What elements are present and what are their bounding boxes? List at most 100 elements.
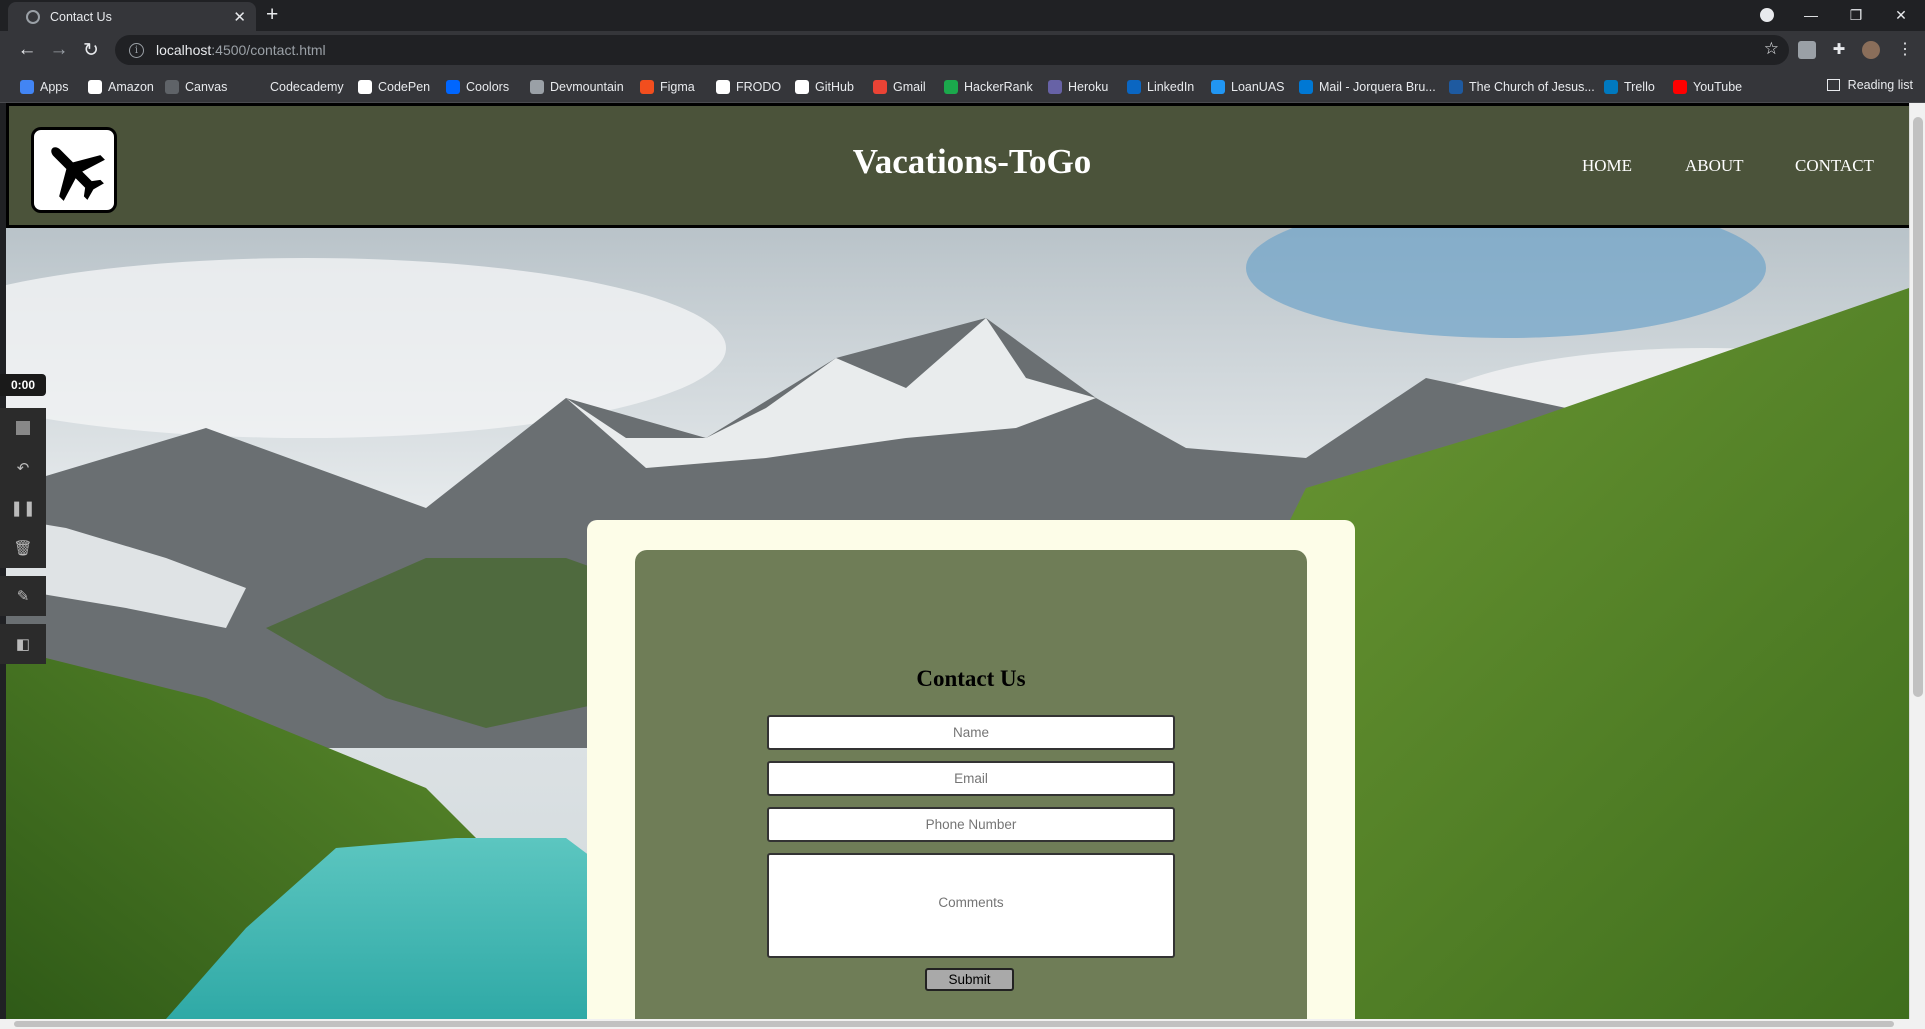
nav-contact-link[interactable]: CONTACT — [1795, 156, 1874, 176]
undo-icon[interactable]: ↶ — [0, 448, 46, 488]
bookmark-codepen[interactable]: CodePen — [358, 78, 430, 95]
bookmark-label: HackerRank — [964, 79, 1033, 94]
bookmark-label: GitHub — [815, 79, 854, 94]
pen-icon[interactable]: ✎ — [0, 576, 46, 616]
reading-list-button[interactable]: Reading list — [1826, 78, 1913, 92]
scrollbar-thumb[interactable] — [1913, 117, 1923, 697]
bookmark-label: FRODO — [736, 79, 782, 94]
trash-icon[interactable]: 🗑 — [0, 528, 46, 568]
bookmark-favicon-icon — [20, 79, 34, 94]
horizontal-scrollbar[interactable] — [0, 1019, 1925, 1029]
bookmark-trello[interactable]: Trello — [1604, 78, 1655, 95]
bookmark-favicon-icon — [873, 79, 887, 94]
hscrollbar-thumb[interactable] — [14, 1021, 1894, 1027]
contact-form: Contact Us Submit — [635, 550, 1307, 1019]
bookmark-label: LinkedIn — [1147, 79, 1195, 94]
site-info-icon[interactable]: i — [129, 42, 144, 58]
bookmark-linkedin[interactable]: LinkedIn — [1127, 78, 1194, 95]
bookmark-heroku[interactable]: Heroku — [1048, 78, 1108, 95]
bookmark-loanuas[interactable]: LoanUAS — [1211, 78, 1285, 95]
bookmark-favicon-icon — [165, 79, 179, 94]
pause-icon[interactable]: ❚❚ — [0, 488, 46, 528]
restore-icon[interactable]: ❐ — [1834, 2, 1878, 28]
bookmark-label: Coolors — [466, 79, 510, 94]
nav-about-link[interactable]: ABOUT — [1685, 156, 1744, 176]
bookmark-label: Canvas — [185, 79, 228, 94]
bookmark-favicon-icon — [530, 79, 544, 94]
tab-title: Contact Us — [50, 9, 112, 24]
bookmark-favicon-icon — [1673, 79, 1687, 94]
bookmarks-bar: Reading list Apps Amazon Canvas Codecademy C… — [0, 70, 1925, 103]
bookmark-label: Heroku — [1068, 79, 1109, 94]
bookmark-github[interactable]: GitHub — [795, 78, 854, 95]
minimize-icon[interactable]: — — [1789, 2, 1833, 28]
url-path: :4500/contact.html — [211, 42, 326, 58]
back-icon[interactable]: ← — [16, 39, 38, 61]
contact-form-heading: Contact Us — [916, 666, 1026, 691]
name-input[interactable] — [767, 715, 1175, 750]
bookmark-label: CodePen — [378, 79, 431, 94]
recording-timer: 0:00 — [0, 374, 46, 396]
url-host: localhost — [156, 42, 212, 58]
close-tab-icon[interactable]: ✕ — [233, 8, 246, 26]
bookmark-favicon-icon — [716, 79, 730, 94]
bookmark-label: Gmail — [893, 79, 926, 94]
site-header: Vacations-ToGo HOME ABOUT CONTACT — [6, 103, 1909, 228]
bookmark-favicon-icon — [944, 79, 958, 94]
bookmark-canvas[interactable]: Canvas — [165, 78, 227, 95]
bookmark-label: Devmountain — [550, 79, 624, 94]
bookmark-favicon-icon — [88, 79, 102, 94]
profile-avatar[interactable] — [1862, 41, 1880, 59]
bookmark-favicon-icon — [795, 79, 809, 94]
bookmark-favicon-icon — [1048, 79, 1062, 94]
bookmark-favicon-icon — [640, 79, 654, 94]
bookmark-frodo[interactable]: FRODO — [716, 78, 781, 95]
new-tab-button[interactable]: + — [266, 4, 278, 26]
bookmark-devmountain[interactable]: Devmountain — [530, 78, 624, 95]
comments-textarea[interactable] — [767, 853, 1175, 958]
tab-search-icon[interactable] — [1745, 2, 1789, 28]
browser-tab-strip: Contact Us ✕ + — ❐ ✕ — [0, 0, 1925, 31]
menu-dots-icon[interactable]: ⋮ — [1896, 41, 1914, 59]
nav-home-link[interactable]: HOME — [1582, 156, 1632, 176]
extension-icon[interactable] — [1798, 41, 1816, 59]
browser-toolbar: ← → ↻ i localhost:4500/contact.html ☆ ✚ … — [0, 31, 1925, 70]
bookmark-figma[interactable]: Figma — [640, 78, 695, 95]
vertical-scrollbar[interactable] — [1909, 103, 1925, 1019]
bookmark-label: Trello — [1624, 79, 1655, 94]
bookmark-codecademy[interactable]: Codecademy — [250, 78, 344, 95]
bookmark-amazon[interactable]: Amazon — [88, 78, 154, 95]
bookmark-favicon-icon — [1127, 79, 1141, 94]
bookmark-favicon-icon — [1211, 79, 1225, 94]
close-window-icon[interactable]: ✕ — [1879, 2, 1923, 28]
phone-input[interactable] — [767, 807, 1175, 842]
bookmark-favicon-icon — [446, 79, 460, 94]
bookmark-label: The Church of Jesus... — [1469, 79, 1595, 94]
bookmark-the-church-of-jesus[interactable]: The Church of Jesus... — [1449, 78, 1595, 95]
page-viewport: Vacations-ToGo HOME ABOUT CONTACT Contac… — [6, 103, 1909, 1019]
stop-recording-button[interactable] — [0, 408, 46, 448]
reading-list-label: Reading list — [1847, 78, 1913, 92]
bookmark-coolors[interactable]: Coolors — [446, 78, 509, 95]
bookmark-label: Apps — [40, 79, 69, 94]
contact-form-panel: Contact Us Submit — [587, 520, 1355, 1019]
bookmark-star-icon[interactable]: ☆ — [1764, 39, 1779, 59]
email-input[interactable] — [767, 761, 1175, 796]
forward-icon[interactable]: → — [48, 39, 70, 61]
submit-button[interactable]: Submit — [925, 968, 1014, 991]
bookmark-hackerrank[interactable]: HackerRank — [944, 78, 1033, 95]
bookmark-label: Figma — [660, 79, 695, 94]
bookmark-favicon-icon — [250, 79, 264, 94]
extensions-puzzle-icon[interactable]: ✚ — [1830, 41, 1848, 59]
bookmark-label: YouTube — [1693, 79, 1743, 94]
browser-tab[interactable]: Contact Us ✕ — [8, 2, 256, 31]
bookmark-apps[interactable]: Apps — [20, 78, 69, 95]
bookmark-youtube[interactable]: YouTube — [1673, 78, 1742, 95]
camera-icon[interactable]: ◧ — [0, 624, 46, 664]
reload-icon[interactable]: ↻ — [80, 39, 102, 61]
bookmark-label: Amazon — [108, 79, 154, 94]
address-bar[interactable]: i localhost:4500/contact.html ☆ — [115, 35, 1789, 65]
bookmark-gmail[interactable]: Gmail — [873, 78, 926, 95]
bookmark-favicon-icon — [1604, 79, 1618, 94]
bookmark-mail-jorquera-bru[interactable]: Mail - Jorquera Bru... — [1299, 78, 1436, 95]
